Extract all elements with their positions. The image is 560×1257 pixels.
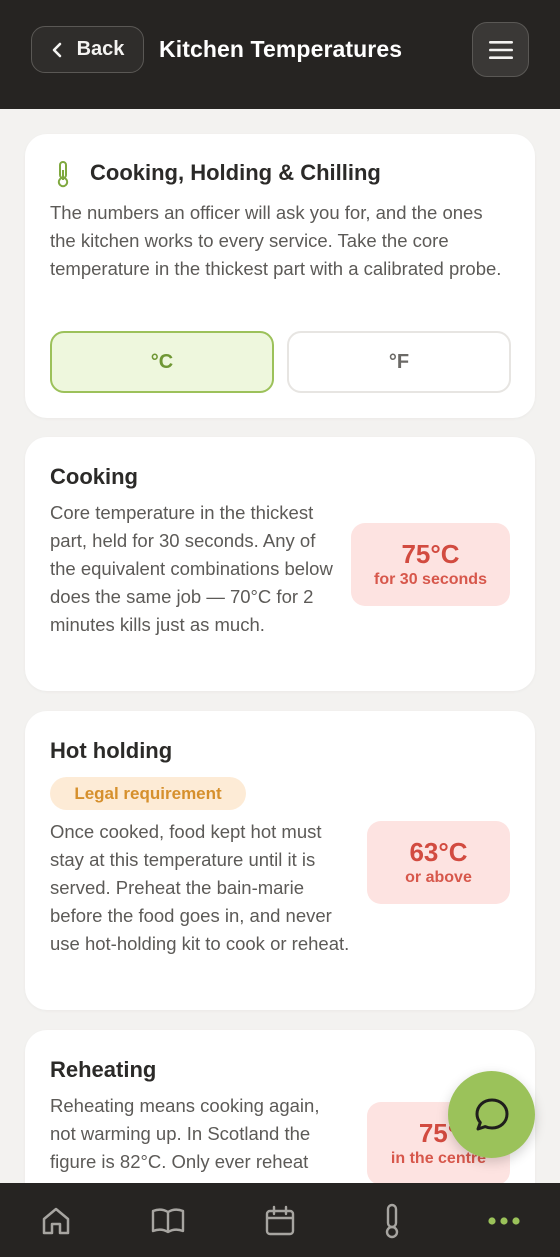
chat-button[interactable] bbox=[448, 1071, 535, 1158]
cooking-temp: 75°C bbox=[401, 538, 460, 569]
hot-holding-temp-sub: or above bbox=[405, 868, 472, 886]
cooking-description: Core temperature in the thickest part, h… bbox=[50, 502, 333, 635]
cooking-title: Cooking bbox=[50, 464, 138, 489]
chat-bubble-icon bbox=[475, 1098, 508, 1130]
more-icon bbox=[488, 1217, 520, 1225]
intro-description: The numbers an officer will ask you for,… bbox=[50, 202, 502, 279]
chevron-left-icon bbox=[52, 42, 61, 57]
book-icon bbox=[151, 1208, 185, 1234]
intro-title: Cooking, Holding & Chilling bbox=[90, 160, 381, 185]
hamburger-icon bbox=[488, 40, 513, 59]
page-title: Kitchen Temperatures bbox=[159, 36, 403, 62]
app-header: Back Kitchen Temperatures bbox=[0, 0, 560, 109]
menu-button[interactable] bbox=[472, 22, 529, 77]
hot-holding-temp-badge: 63°C or above bbox=[367, 821, 510, 904]
hot-holding-description: Once cooked, food kept hot must stay at … bbox=[50, 821, 350, 954]
nav-guide[interactable] bbox=[148, 1201, 188, 1241]
home-icon bbox=[42, 1207, 70, 1235]
hot-holding-title: Hot holding bbox=[50, 738, 173, 763]
thermometer-icon bbox=[57, 161, 69, 188]
unit-celsius-button[interactable]: °C bbox=[50, 331, 274, 393]
nav-calendar[interactable] bbox=[260, 1201, 300, 1241]
reheating-description: Reheating means cooking again, not warmi… bbox=[50, 1095, 320, 1172]
cooking-temp-sub: for 30 seconds bbox=[374, 570, 487, 588]
thermometer-icon bbox=[385, 1203, 399, 1239]
nav-home[interactable] bbox=[36, 1201, 76, 1241]
cooking-temp-badge: 75°C for 30 seconds bbox=[351, 523, 510, 606]
bottom-nav bbox=[0, 1183, 560, 1257]
legal-requirement-tag: Legal requirement bbox=[50, 777, 246, 810]
nav-temperatures[interactable] bbox=[372, 1201, 412, 1241]
reheating-title: Reheating bbox=[50, 1057, 157, 1082]
hot-holding-temp: 63°C bbox=[409, 836, 468, 867]
unit-fahrenheit-button[interactable]: °F bbox=[287, 331, 511, 393]
calendar-icon bbox=[265, 1205, 295, 1236]
back-label: Back bbox=[76, 38, 125, 60]
back-button[interactable]: Back bbox=[31, 26, 144, 73]
nav-more[interactable] bbox=[484, 1201, 524, 1241]
